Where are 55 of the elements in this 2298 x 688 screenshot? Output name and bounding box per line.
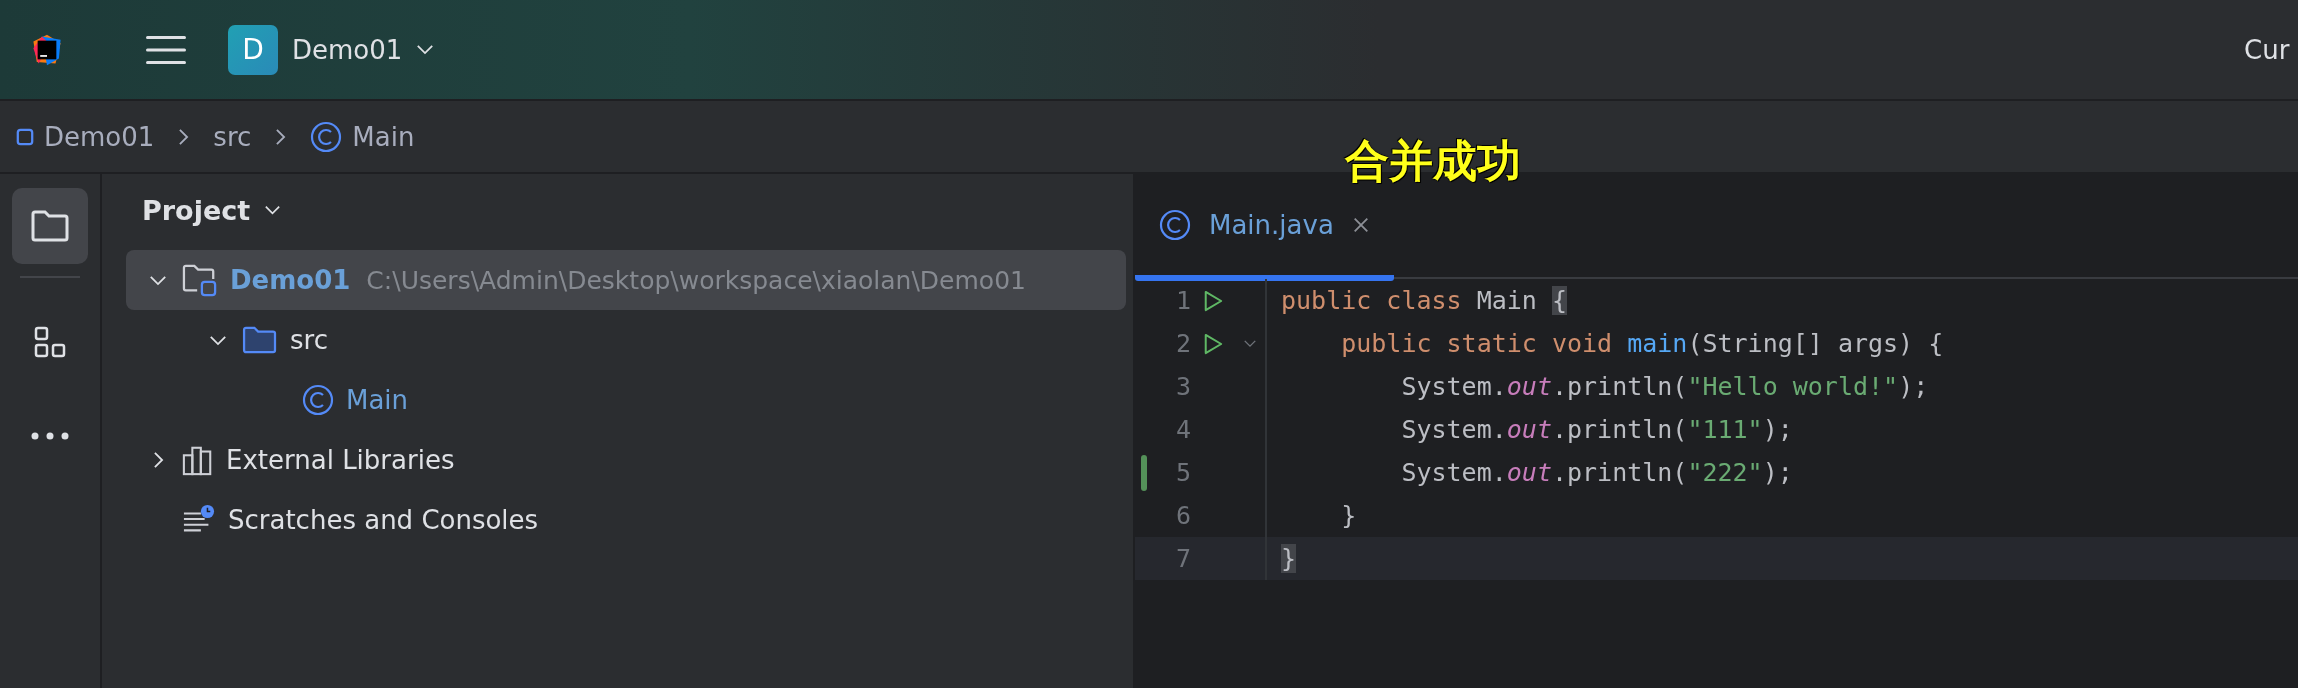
app-logo-icon[interactable] [30, 32, 64, 67]
run-icon[interactable] [1203, 289, 1223, 312]
breadcrumb-item[interactable]: Main [352, 121, 415, 152]
line-number: 4 [1174, 415, 1191, 444]
tree-row[interactable]: Main [126, 370, 1126, 430]
chevron-down-icon[interactable] [149, 274, 167, 286]
project-tool-button[interactable] [12, 188, 88, 264]
tree-item-label: Scratches and Consoles [228, 505, 539, 535]
chevron-down-icon [416, 44, 435, 55]
line-number: 2 [1174, 329, 1191, 358]
panel-title[interactable]: Project [142, 194, 251, 226]
tree-row[interactable]: src [126, 310, 1126, 370]
code-line: System.out.println("222"); [1265, 451, 1793, 494]
chevron-right-icon [178, 127, 190, 146]
chevron-right-icon [275, 127, 287, 146]
tree-item-label: src [290, 325, 328, 355]
breadcrumb-item[interactable]: src [213, 121, 252, 152]
line-number: 7 [1174, 544, 1191, 573]
class-icon [1159, 208, 1191, 241]
run-icon[interactable] [1203, 332, 1223, 355]
chevron-down-icon[interactable] [264, 205, 282, 215]
line-number: 6 [1174, 501, 1191, 530]
class-icon [302, 384, 334, 416]
project-name: Demo01 [292, 34, 403, 65]
chevron-right-icon[interactable] [152, 451, 164, 469]
tree-item-label: Demo01 [230, 265, 351, 295]
folder-icon [242, 325, 278, 355]
tree-row[interactable]: Scratches and Consoles [126, 490, 1126, 550]
run-config-label[interactable]: Cur [2244, 34, 2290, 65]
breadcrumb-item[interactable]: Demo01 [44, 121, 155, 152]
close-icon[interactable] [1351, 215, 1370, 234]
structure-icon [34, 326, 66, 358]
module-icon [16, 127, 34, 146]
line-number: 3 [1174, 372, 1191, 401]
code-line: public static void main(String[] args) { [1265, 322, 1944, 365]
project-path: C:\Users\Admin\Desktop\workspace\xiaolan\Demo01 [366, 265, 1026, 295]
code-line: System.out.println("Hello world!"); [1265, 365, 1929, 408]
line-number: 1 [1174, 286, 1191, 315]
code-line: public class Main { [1265, 279, 1567, 322]
tree-item-label: Main [346, 385, 409, 415]
module-folder-icon [182, 263, 218, 297]
fold-icon[interactable] [1243, 339, 1257, 348]
tree-row[interactable]: External Libraries [126, 430, 1126, 490]
project-selector[interactable]: D Demo01 [228, 24, 435, 75]
library-icon [182, 444, 214, 476]
tree-item-label: External Libraries [226, 445, 455, 475]
code-line: } [1265, 537, 1297, 580]
menu-icon[interactable] [146, 34, 186, 65]
chevron-down-icon[interactable] [209, 334, 227, 346]
class-icon [310, 120, 343, 153]
code-line: System.out.println("111"); [1265, 408, 1793, 451]
project-badge: D [228, 24, 278, 75]
folder-icon [30, 209, 70, 243]
more-icon [30, 431, 70, 441]
line-number: 5 [1174, 458, 1191, 487]
